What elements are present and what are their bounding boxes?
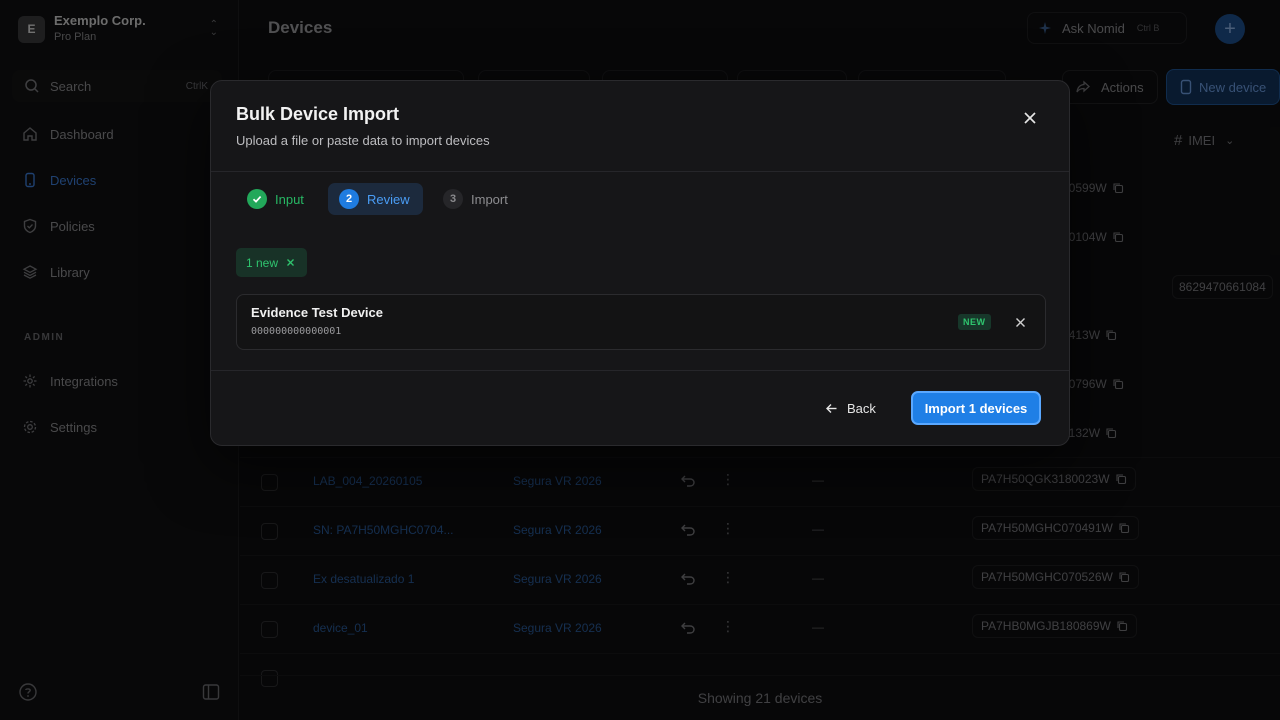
remove-device-button[interactable] <box>1012 314 1028 330</box>
filter-chip-new[interactable]: 1 new <box>236 248 307 277</box>
step-label: Import <box>471 191 508 207</box>
back-label: Back <box>847 400 876 416</box>
status-badge: NEW <box>958 314 991 330</box>
back-button[interactable]: Back <box>825 393 876 423</box>
step-number: 3 <box>443 189 463 209</box>
divider <box>211 171 1069 172</box>
device-imei: 000000000000001 <box>251 326 342 337</box>
bulk-import-dialog: Bulk Device Import Upload a file or past… <box>210 80 1070 446</box>
dialog-title: Bulk Device Import <box>236 104 400 124</box>
device-name: Evidence Test Device <box>251 305 383 320</box>
close-icon <box>1024 112 1036 124</box>
divider <box>211 370 1069 371</box>
step-review[interactable]: 2 Review <box>328 183 423 215</box>
check-icon <box>247 189 267 209</box>
device-list-item: Evidence Test Device 000000000000001 NEW <box>236 294 1046 350</box>
step-input[interactable]: Input <box>247 183 304 215</box>
step-import[interactable]: 3 Import <box>443 183 508 215</box>
step-label: Review <box>367 191 410 207</box>
import-label: Import 1 devices <box>924 400 1028 416</box>
dialog-subtitle: Upload a file or paste data to import de… <box>236 133 490 148</box>
arrow-left-icon <box>826 403 837 413</box>
close-button[interactable] <box>1019 107 1041 129</box>
import-devices-button[interactable]: Import 1 devices <box>911 391 1041 425</box>
step-number: 2 <box>339 189 359 209</box>
chip-label: 1 new <box>246 255 279 270</box>
close-icon[interactable] <box>286 258 295 267</box>
close-icon <box>1015 317 1025 327</box>
step-label: Input <box>275 191 304 207</box>
